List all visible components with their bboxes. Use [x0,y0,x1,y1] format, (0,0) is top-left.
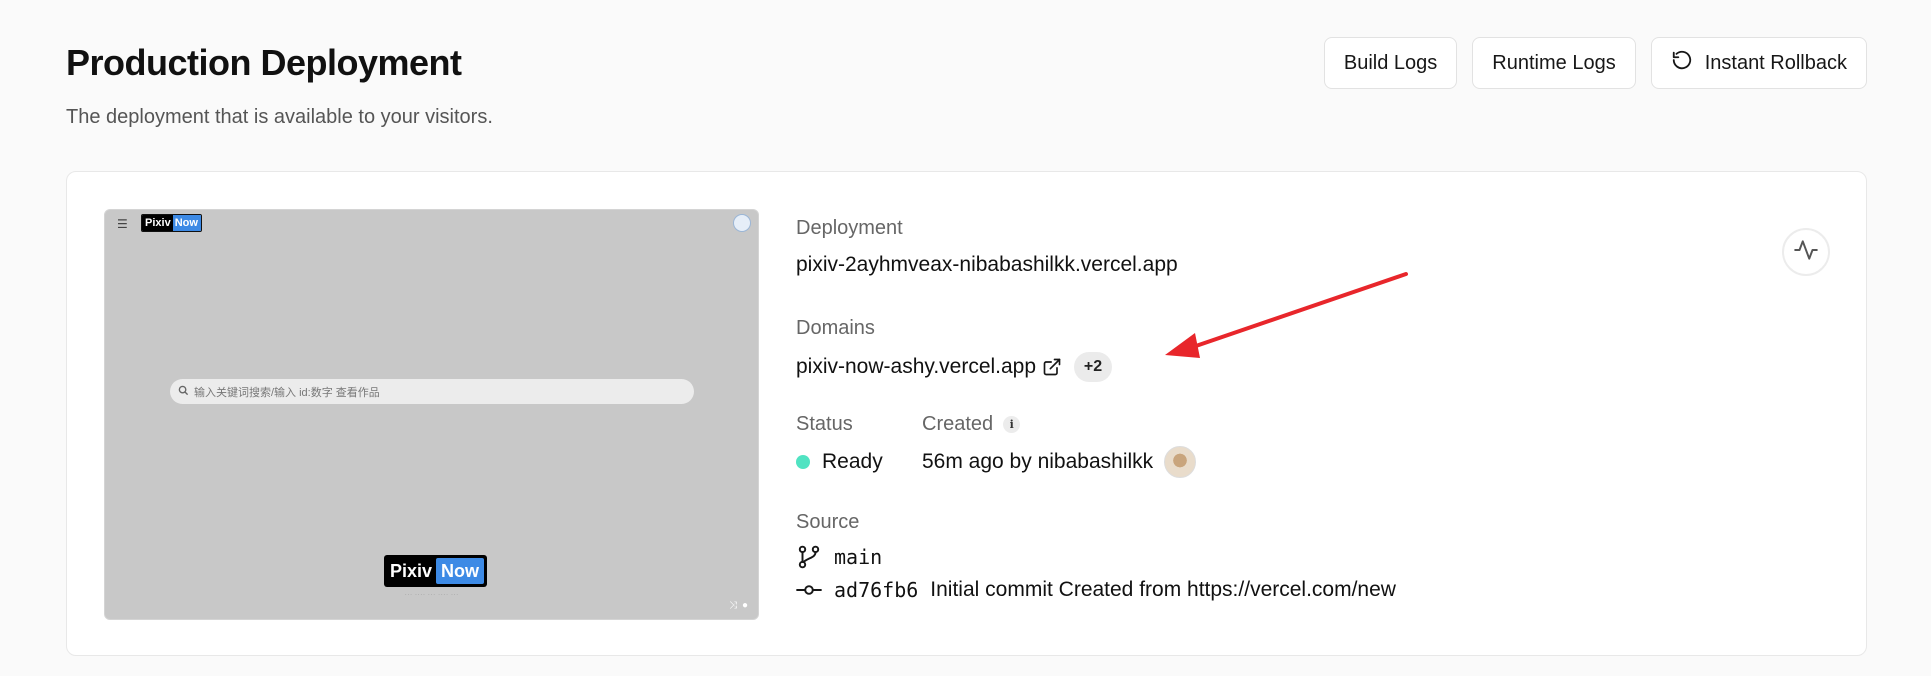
activity-button[interactable] [1782,228,1830,276]
commit-message: Initial commit Created from https://verc… [930,578,1396,601]
external-link-icon[interactable] [1042,357,1062,377]
domain-row: pixiv-now-ashy.vercel.app +2 [796,352,1113,382]
preview-info-icon: ● [741,600,748,611]
runtime-logs-label: Runtime Logs [1492,51,1616,74]
source-branch-row: main [796,544,1396,570]
created-value: 56m ago by nibabashilkk [922,450,1154,473]
commit-hash[interactable]: ad76fb6 [834,578,918,602]
deployment-url-link[interactable]: pixiv-2ayhmveax-nibabashilkk.vercel.app [796,253,1178,277]
activity-icon [1793,237,1819,268]
rollback-icon [1671,49,1693,77]
domains-section: Domains pixiv-now-ashy.vercel.app +2 [796,317,1113,382]
created-row: 56m ago by nibabashilkk [922,446,1197,478]
preview-logo-large: Pixiv Now [384,555,488,587]
preview-corner-icons: ⤨ ● [729,600,748,611]
status-ready-indicator [796,455,810,469]
deployment-section: Deployment pixiv-2ayhmveax-nibabashilkk.… [796,217,1178,277]
status-section: Status Ready [796,413,883,474]
domains-label: Domains [796,317,875,339]
preview-menu-icon: ☰ [117,217,128,231]
preview-logo-small-left: Pixiv [142,215,173,231]
preview-search-bar: 输入关键词搜索/输入 id:数字 查看作品 [170,379,694,404]
branch-name[interactable]: main [834,545,882,569]
instant-rollback-button[interactable]: Instant Rollback [1650,37,1867,89]
preview-avatar-icon [733,214,751,232]
domains-count-badge[interactable]: +2 [1074,352,1113,382]
preview-logo-large-left: Pixiv [390,561,433,581]
instant-rollback-label: Instant Rollback [1704,51,1847,74]
preview-logo-small: Pixiv Now [141,214,202,232]
preview-shuffle-icon: ⤨ [728,600,737,611]
preview-logo-small-right: Now [172,215,201,231]
domain-link[interactable]: pixiv-now-ashy.vercel.app [796,355,1036,379]
created-label-row: Created i [922,413,1196,436]
info-icon[interactable]: i [1003,416,1021,433]
build-logs-label: Build Logs [1343,51,1438,74]
status-row: Ready [796,450,883,474]
deployment-preview[interactable]: ☰ Pixiv Now 输入关键词搜索/输入 id:数字 查看作品 Pixiv … [104,209,759,620]
deployment-label: Deployment [796,217,903,239]
page-title: Production Deployment [66,42,462,83]
preview-search-placeholder: 输入关键词搜索/输入 id:数字 查看作品 [194,386,380,399]
source-label: Source [796,511,860,533]
preview-logo-large-right: Now [436,558,485,584]
header-actions: Build Logs Runtime Logs Instant Rollback [1323,37,1867,89]
user-avatar[interactable] [1164,446,1197,478]
git-branch-icon [796,544,822,570]
preview-footer-text: ··· ···· ··· ···· ··· [404,590,459,599]
deployment-card: ☰ Pixiv Now 输入关键词搜索/输入 id:数字 查看作品 Pixiv … [66,171,1867,656]
source-section: Source main ad76fb6 Initial commit Creat… [796,511,1396,603]
status-value: Ready [822,450,883,473]
build-logs-button[interactable]: Build Logs [1323,37,1458,89]
runtime-logs-button[interactable]: Runtime Logs [1472,37,1636,89]
status-label: Status [796,413,853,435]
page-subtitle: The deployment that is available to your… [66,106,493,128]
source-commit-row: ad76fb6 Initial commit Created from http… [796,577,1396,603]
created-label: Created [922,413,994,435]
created-section: Created i 56m ago by nibabashilkk [922,413,1197,478]
preview-search-icon [178,385,189,399]
git-commit-icon [796,577,822,603]
